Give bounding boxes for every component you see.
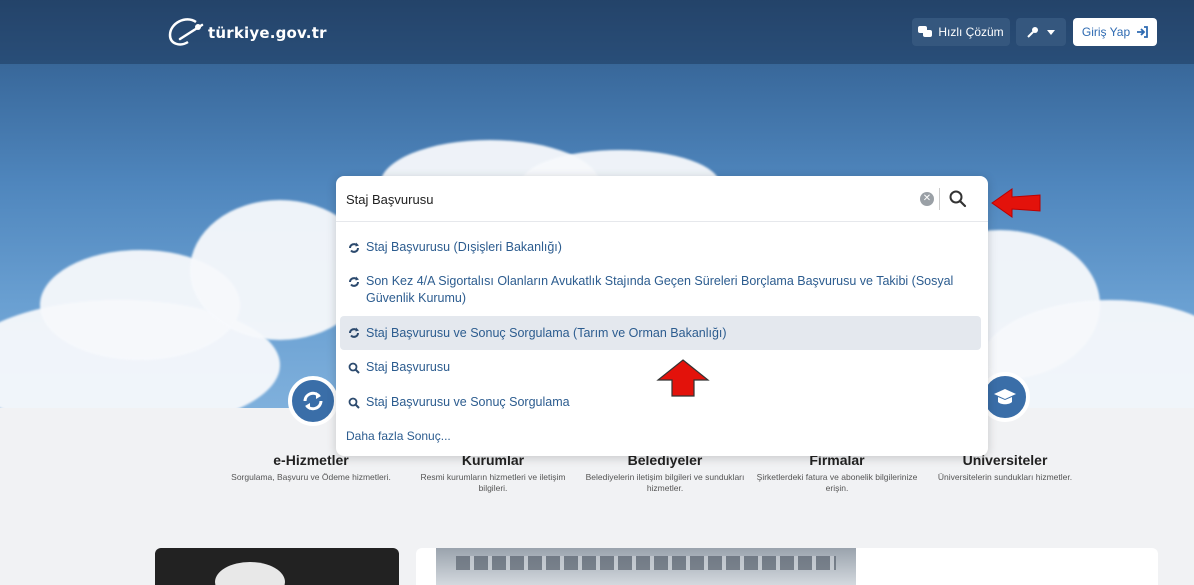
suggestion-item-highlighted[interactable]: Staj Başvurusu ve Sonuç Sorgulama (Tarım… <box>340 316 981 350</box>
login-button[interactable]: Giriş Yap <box>1073 18 1157 46</box>
login-label: Giriş Yap <box>1081 25 1131 39</box>
suggestion-text: Staj Başvurusu ve Sonuç Sorgulama (Tarım… <box>366 325 727 340</box>
featured-card-light[interactable] <box>416 548 1158 585</box>
search-divider <box>939 188 940 210</box>
search-icon <box>348 397 360 409</box>
quick-solution-label: Hızlı Çözüm <box>938 25 1004 39</box>
suggestion-text: Staj Başvurusu ve Sonuç Sorgulama <box>366 395 570 409</box>
category-description: Resmi kurumların hizmetleri ve iletişim … <box>420 472 566 493</box>
annotation-arrow-left <box>991 188 1041 218</box>
logo-text: türkiye.gov.tr <box>208 24 327 42</box>
category-description: Şirketlerdeki fatura ve abonelik bilgile… <box>756 472 918 493</box>
more-results-link[interactable]: Daha fazla Sonuç... <box>346 429 451 443</box>
category-description: Üniversitelerin sundukları hizmetler. <box>937 472 1073 482</box>
refresh-icon <box>303 391 323 411</box>
suggestion-text: Son Kez 4/A Sigortalısı Olanların Avukat… <box>366 274 954 305</box>
category-universities[interactable]: Üniversiteler Üniversitelerin sundukları… <box>920 452 1090 483</box>
category-description: Belediyelerin iletişim bilgileri ve sund… <box>585 472 745 493</box>
suggestion-text: Staj Başvurusu <box>366 360 451 374</box>
search-input[interactable] <box>346 188 886 210</box>
category-institutions[interactable]: Kurumlar Resmi kurumların hizmetleri ve … <box>408 452 578 494</box>
site-logo[interactable]: türkiye.gov.tr <box>166 16 327 50</box>
sign-in-icon <box>1137 26 1149 38</box>
caret-down-icon <box>1047 29 1055 35</box>
suggestion-text: Staj Başvurusu (Dışişleri Bakanlığı) <box>366 240 562 254</box>
category-description: Sorgulama, Başvuru ve Ödeme hizmetleri. <box>231 472 391 482</box>
search-dropdown: ✕ Staj Başvurusu (Dışişleri Bakanlığı) S… <box>336 176 988 456</box>
annotation-arrow-up <box>656 359 710 397</box>
featured-card-dark[interactable] <box>155 548 399 585</box>
search-bar: ✕ <box>336 176 988 222</box>
category-e-services[interactable]: e-Hizmetler Sorgulama, Başvuru ve Ödeme … <box>226 452 396 483</box>
top-navigation-bar: türkiye.gov.tr Hızlı Çözüm Giriş Yap <box>0 0 1194 64</box>
clear-icon[interactable]: ✕ <box>920 192 934 206</box>
refresh-icon <box>349 327 359 338</box>
suggestion-item[interactable]: Son Kez 4/A Sigortalısı Olanların Avukat… <box>340 273 981 309</box>
refresh-icon <box>349 276 359 287</box>
refresh-icon <box>349 242 359 253</box>
search-icon <box>348 362 360 374</box>
e-services-icon[interactable] <box>288 376 338 426</box>
search-icon[interactable] <box>948 189 968 209</box>
category-companies[interactable]: Firmalar Şirketlerdeki fatura ve aboneli… <box>752 452 922 494</box>
keyboard-keys <box>456 556 836 570</box>
key-dropdown-button[interactable] <box>1016 18 1066 46</box>
logo-swoosh-icon <box>168 18 204 46</box>
graduation-cap-icon <box>994 389 1016 405</box>
category-municipalities[interactable]: Belediyeler Belediyelerin iletişim bilgi… <box>580 452 750 494</box>
key-icon <box>1027 27 1038 38</box>
chat-bubbles-icon <box>918 26 933 37</box>
portrait-image <box>215 562 285 585</box>
suggestion-item[interactable]: Staj Başvurusu (Dışişleri Bakanlığı) <box>340 239 981 259</box>
quick-solution-button[interactable]: Hızlı Çözüm <box>912 18 1010 46</box>
